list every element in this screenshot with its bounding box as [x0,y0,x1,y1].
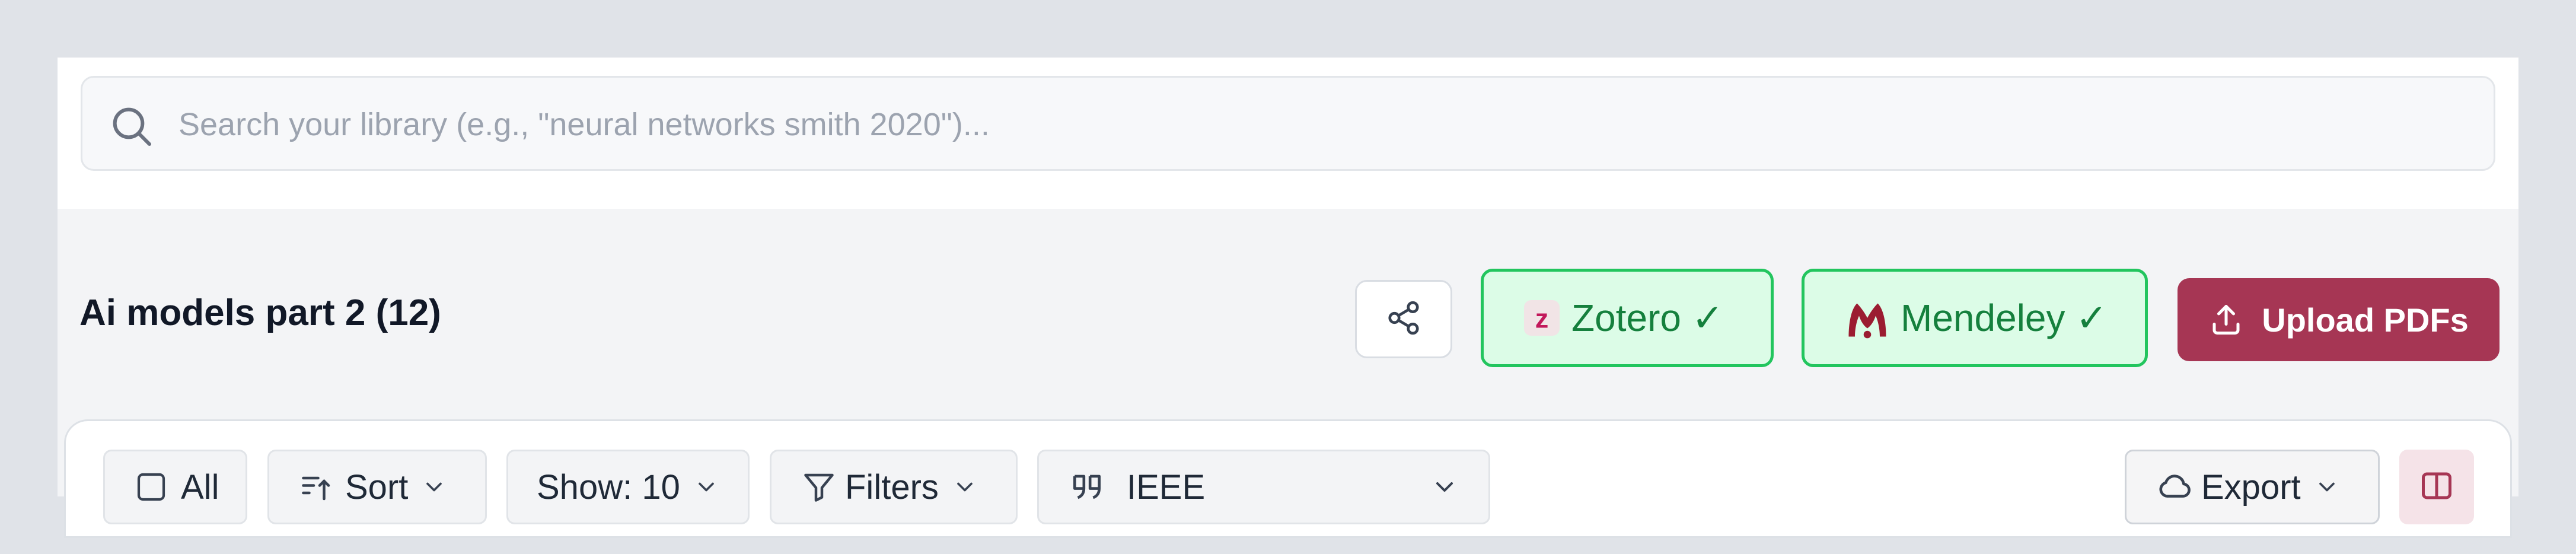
chevron-down-icon [2314,474,2340,500]
zotero-logo-icon: z [1520,297,1563,339]
chevron-down-icon [693,474,719,500]
search-section [58,58,2518,209]
page-size-label: Show: 10 [537,467,680,507]
sort-icon [299,469,334,505]
cloud-icon [2156,469,2193,505]
upload-label: Upload PDFs [2262,301,2469,339]
chevron-down-icon [1430,473,1459,501]
upload-icon [2208,302,2244,338]
export-dropdown[interactable]: Export [2125,450,2380,524]
sort-label: Sort [345,467,409,507]
filters-dropdown[interactable]: Filters [770,450,1018,524]
search-input[interactable] [177,94,2481,155]
chevron-down-icon [952,474,978,500]
chevron-down-icon [421,474,447,500]
collection-title: Ai models part 2 (12) [79,292,441,333]
upload-pdfs-button[interactable]: Upload PDFs [2178,278,2500,361]
search-box[interactable] [81,76,2495,171]
quote-icon [1069,469,1105,505]
split-view-icon [2419,468,2454,507]
sort-dropdown[interactable]: Sort [267,450,487,524]
select-all-button[interactable]: All [103,450,247,524]
mendeley-label: Mendeley ✓ [1901,296,2108,339]
mendeley-logo-icon [1842,293,1892,343]
search-icon [108,103,155,150]
library-panel: Ai models part 2 (12) z Zotero ✓ [58,58,2518,538]
export-label: Export [2201,467,2301,507]
filters-label: Filters [845,467,939,507]
mendeley-sync-button[interactable]: Mendeley ✓ [1802,269,2148,367]
page-size-dropdown[interactable]: Show: 10 [506,450,750,524]
share-button[interactable] [1355,280,1452,358]
zotero-sync-button[interactable]: z Zotero ✓ [1481,269,1774,367]
citation-style-value: IEEE [1127,467,1206,507]
share-icon [1385,300,1422,339]
svg-text:z: z [1535,304,1549,334]
select-all-label: All [181,467,219,507]
filter-icon [801,469,837,505]
collection-header: Ai models part 2 (12) z Zotero ✓ Mendele… [58,209,2518,538]
zotero-label: Zotero ✓ [1571,296,1724,339]
split-view-toggle-button[interactable] [2399,450,2474,524]
results-toolbar: All Sort Show: 10 Filters IEEE Export [64,419,2512,538]
checkbox-icon [135,470,168,504]
citation-style-select[interactable]: IEEE [1037,450,1490,524]
